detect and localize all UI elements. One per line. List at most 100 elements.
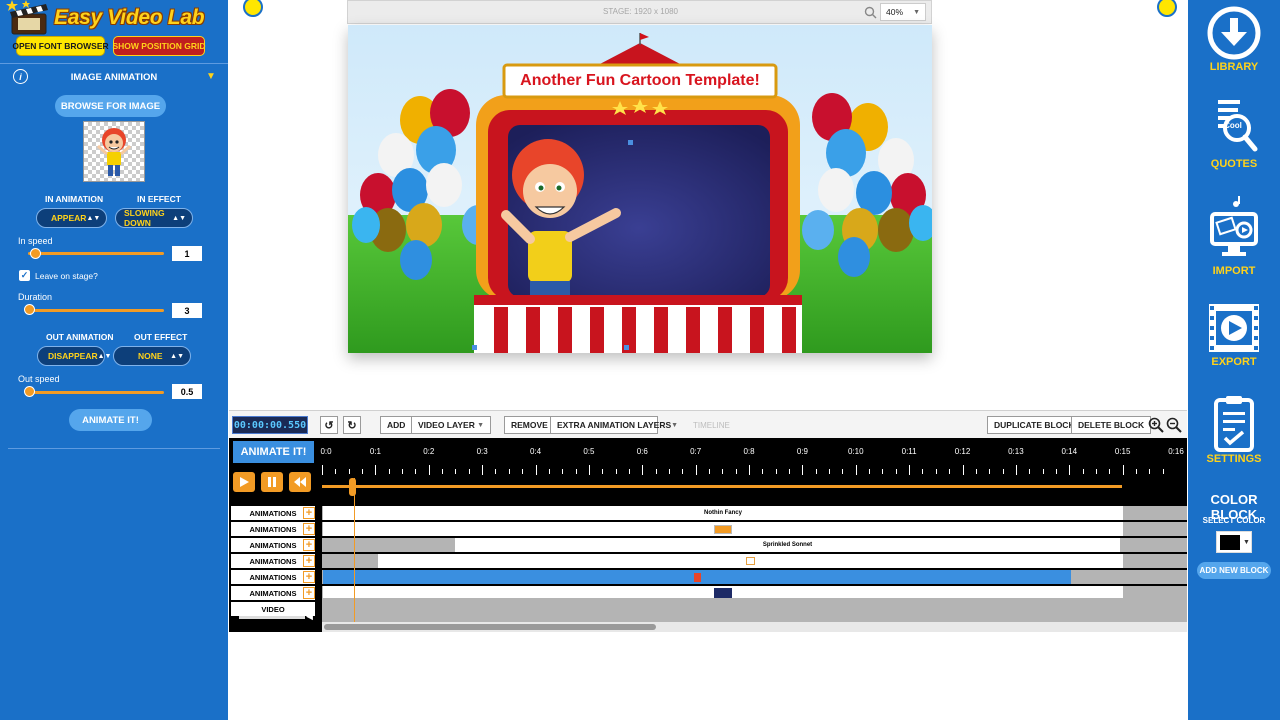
tick-mark <box>749 465 750 475</box>
tick-mark <box>775 469 777 474</box>
out-speed-slider[interactable] <box>28 391 164 394</box>
stage-canvas[interactable]: Another Fun Cartoon Template! <box>348 25 932 353</box>
duration-label: Duration <box>18 292 53 302</box>
selection-handle[interactable] <box>624 345 629 350</box>
play-icon[interactable] <box>233 472 255 492</box>
plus-icon[interactable]: + <box>303 539 315 551</box>
out-effect-select[interactable]: NONE ▲▼ <box>113 346 191 366</box>
plus-icon[interactable]: + <box>303 523 315 535</box>
stars-decoration <box>6 0 30 11</box>
in-speed-thumb[interactable] <box>30 248 41 259</box>
select-arrows-icon: ▲▼ <box>86 214 101 222</box>
duration-slider[interactable] <box>28 309 164 312</box>
plus-icon[interactable]: + <box>303 571 315 583</box>
tick-mark <box>735 469 737 474</box>
tick-mark <box>842 469 844 474</box>
undo-icon[interactable]: ↺ <box>320 416 338 434</box>
show-position-grid-button[interactable]: SHOW POSITION GRID <box>112 36 206 56</box>
tick-mark <box>909 465 911 475</box>
in-animation-label: IN ANIMATION <box>45 194 104 204</box>
tick-mark <box>789 469 791 474</box>
tick-label: 0:9 <box>796 447 808 456</box>
in-speed-value[interactable]: 1 <box>172 246 202 261</box>
in-speed-slider[interactable] <box>28 252 164 255</box>
out-speed-value[interactable]: 0.5 <box>172 384 202 399</box>
add-new-block-button[interactable]: ADD NEW BLOCK <box>1197 562 1271 579</box>
playback-range <box>322 485 1122 488</box>
selection-handle[interactable] <box>628 140 633 145</box>
volume-slider[interactable] <box>239 616 305 619</box>
image-marker-icon <box>714 587 732 599</box>
tick-mark <box>722 469 724 474</box>
tick-mark <box>468 469 470 474</box>
settings-label: SETTINGS <box>1206 453 1262 465</box>
left-panel-toggle[interactable] <box>243 0 263 17</box>
app-logo: Easy Video Lab <box>8 2 223 36</box>
animation-block[interactable] <box>323 522 1123 536</box>
duplicate-block-button[interactable]: DUPLICATE BLOCK <box>987 416 1082 434</box>
open-font-browser-button[interactable]: OPEN FONT BROWSER <box>12 36 109 56</box>
color-picker[interactable]: ▼ <box>1216 531 1252 553</box>
animation-block[interactable]: Nothin Fancy <box>323 506 1123 520</box>
timeline-animate-button[interactable]: ANIMATE IT! <box>233 441 314 463</box>
video-track[interactable] <box>322 598 1187 622</box>
animate-it-button[interactable]: ANIMATE IT! <box>69 409 152 431</box>
leave-on-stage-checkbox[interactable]: ✓ <box>19 270 30 281</box>
extra-layers-select[interactable]: EXTRA ANIMATION LAYERS ▼ <box>550 416 678 434</box>
out-speed-label: Out speed <box>18 374 60 384</box>
remove-button[interactable]: REMOVE <box>504 416 555 434</box>
tick-mark <box>962 465 964 475</box>
out-animation-select[interactable]: DISAPPEAR ▲▼ <box>37 346 111 366</box>
delete-block-button[interactable]: DELETE BLOCK <box>1071 416 1152 434</box>
right-panel-toggle[interactable] <box>1157 0 1177 17</box>
browse-image-button[interactable]: BROWSE FOR IMAGE <box>55 95 166 117</box>
selected-animation-block[interactable] <box>323 570 1071 584</box>
quotes-button[interactable]: Cool <box>1188 96 1280 159</box>
tick-mark <box>508 469 510 474</box>
in-speed-label: In speed <box>18 236 53 246</box>
plus-icon[interactable]: + <box>303 587 315 599</box>
plus-icon[interactable]: + <box>303 507 315 519</box>
layer-select[interactable]: VIDEO LAYER ▼ <box>411 416 491 434</box>
import-button[interactable] <box>1188 196 1280 267</box>
tick-mark <box>682 469 684 474</box>
duration-thumb[interactable] <box>24 304 35 315</box>
horizontal-scrollbar[interactable] <box>322 622 1187 632</box>
right-panel: LIBRARY Cool QUOTES IMPORT EXPORT SETTIN… <box>1188 0 1280 720</box>
tick-mark <box>1082 469 1084 474</box>
speaker-icon[interactable]: ◀ <box>306 611 313 622</box>
timeline[interactable]: ANIMATE IT! 0:0 0:1 0:2 0:3 0:4 0:5 0:6 0:7 0:8 0… <box>229 438 1187 632</box>
add-button[interactable]: ADD <box>380 416 413 434</box>
in-effect-select[interactable]: SLOWING DOWN ▲▼ <box>115 208 193 228</box>
tick-mark <box>668 469 670 474</box>
tick-label: 0:12 <box>954 447 971 456</box>
pause-icon[interactable] <box>261 472 283 492</box>
export-button[interactable] <box>1188 302 1280 359</box>
quotes-bubble-text: Cool <box>1224 121 1242 130</box>
tick-label: 0:5 <box>583 447 595 456</box>
selection-handle[interactable] <box>472 345 477 350</box>
chevron-down-icon[interactable]: ▼ <box>206 71 216 82</box>
duration-value[interactable]: 3 <box>172 303 202 318</box>
plus-icon[interactable]: + <box>303 555 315 567</box>
search-icon[interactable] <box>864 6 877 19</box>
playhead-icon[interactable] <box>348 478 357 498</box>
tick-label: 0:13 <box>1008 447 1024 456</box>
film-play-icon <box>1209 304 1259 352</box>
quotes-label: QUOTES <box>1210 158 1258 170</box>
zoom-select[interactable]: 40% ▼ <box>880 3 926 21</box>
zoom-in-icon[interactable] <box>1148 417 1164 433</box>
time-ruler[interactable]: 0:0 0:1 0:2 0:3 0:4 0:5 0:6 0:7 0:8 0:9 0:10 0:11 0:… <box>320 438 1184 488</box>
chevron-down-icon: ▼ <box>1243 538 1250 546</box>
image-thumbnail[interactable] <box>83 121 145 182</box>
in-animation-select[interactable]: APPEAR ▲▼ <box>36 208 107 228</box>
scrollbar-thumb[interactable] <box>324 624 656 630</box>
animation-block[interactable]: Sprinkled Sonnet <box>455 538 1120 552</box>
settings-button[interactable] <box>1188 394 1280 457</box>
redo-icon[interactable]: ↻ <box>343 416 361 434</box>
out-speed-thumb[interactable] <box>24 386 35 397</box>
library-button[interactable] <box>1188 6 1280 65</box>
rewind-icon[interactable] <box>289 472 311 492</box>
animation-block[interactable] <box>378 554 1123 568</box>
zoom-out-icon[interactable] <box>1166 417 1182 433</box>
